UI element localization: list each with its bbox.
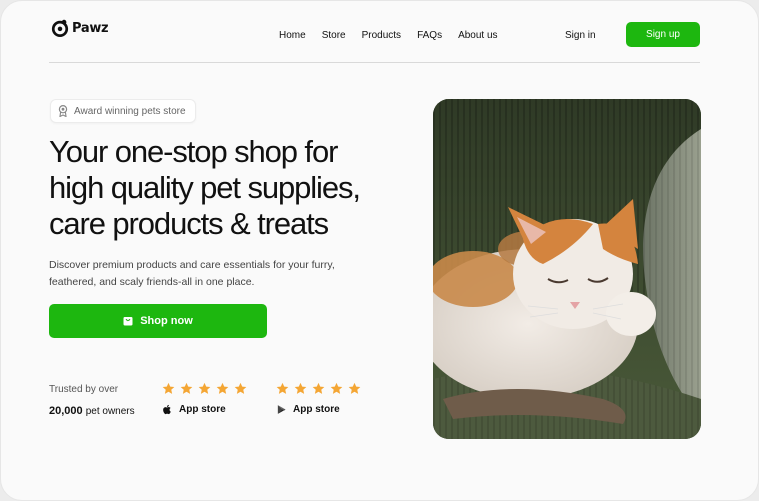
nav-links: Home Store Products FAQs About us xyxy=(279,30,498,41)
nav-divider xyxy=(49,62,700,63)
app-store-link[interactable]: App store xyxy=(162,404,247,415)
nav-link-faqs[interactable]: FAQs xyxy=(417,30,442,41)
app-store-rating: App store xyxy=(162,382,247,415)
star-rating xyxy=(162,382,247,395)
hero-headline-line: Your one-stop shop for xyxy=(49,134,338,169)
apple-icon xyxy=(163,404,171,415)
page-frame: Pawz Home Store Products FAQs About us S… xyxy=(0,0,759,501)
hero-headline-line: high quality pet supplies, xyxy=(49,170,361,205)
star-icon xyxy=(330,382,343,394)
sign-up-button[interactable]: Sign up xyxy=(626,22,700,47)
star-icon xyxy=(180,382,193,394)
star-icon xyxy=(216,382,229,394)
shop-now-button[interactable]: Shop now xyxy=(49,304,267,338)
star-icon xyxy=(198,382,211,394)
star-icon xyxy=(234,382,247,394)
nav-link-home[interactable]: Home xyxy=(279,30,306,41)
hero-description-line: feathered, and scaly friends-all in one … xyxy=(49,276,255,288)
nav-link-products[interactable]: Products xyxy=(362,30,401,41)
sleeping-cat-illustration xyxy=(433,99,701,439)
hero-headline: Your one-stop shop for high quality pet … xyxy=(49,134,409,242)
brand-name: Pawz xyxy=(72,20,109,36)
play-store-icon xyxy=(277,405,286,414)
shopping-bag-icon xyxy=(123,317,133,326)
play-store-label: App store xyxy=(293,404,340,415)
nav-link-about[interactable]: About us xyxy=(458,30,497,41)
star-icon xyxy=(276,382,289,394)
app-store-label: App store xyxy=(179,404,226,415)
paw-logo-icon xyxy=(51,19,69,37)
hero-description: Discover premium products and care essen… xyxy=(49,257,349,291)
star-icon xyxy=(162,382,175,394)
owners-label: pet owners xyxy=(85,406,135,417)
owners-count: 20,000 xyxy=(49,405,83,417)
owners-count-line: 20,000 pet owners xyxy=(49,405,135,417)
hero-description-line: Discover premium products and care essen… xyxy=(49,259,335,271)
star-icon xyxy=(294,382,307,394)
star-icon xyxy=(348,382,361,394)
star-rating xyxy=(276,382,361,395)
shop-now-label: Shop now xyxy=(140,315,193,327)
top-nav: Pawz Home Store Products FAQs About us S… xyxy=(49,19,700,53)
hero-headline-line: care products & treats xyxy=(49,206,329,241)
star-icon xyxy=(312,382,325,394)
play-store-rating: App store xyxy=(276,382,361,415)
award-icon xyxy=(58,105,68,117)
sign-in-link[interactable]: Sign in xyxy=(565,30,596,41)
hero-cat-image xyxy=(433,99,701,439)
award-badge-label: Award winning pets store xyxy=(74,105,186,117)
nav-link-store[interactable]: Store xyxy=(322,30,346,41)
brand-logo[interactable]: Pawz xyxy=(51,19,109,37)
play-store-link[interactable]: App store xyxy=(276,404,361,415)
trusted-label: Trusted by over xyxy=(49,384,119,395)
award-badge: Award winning pets store xyxy=(50,99,196,123)
